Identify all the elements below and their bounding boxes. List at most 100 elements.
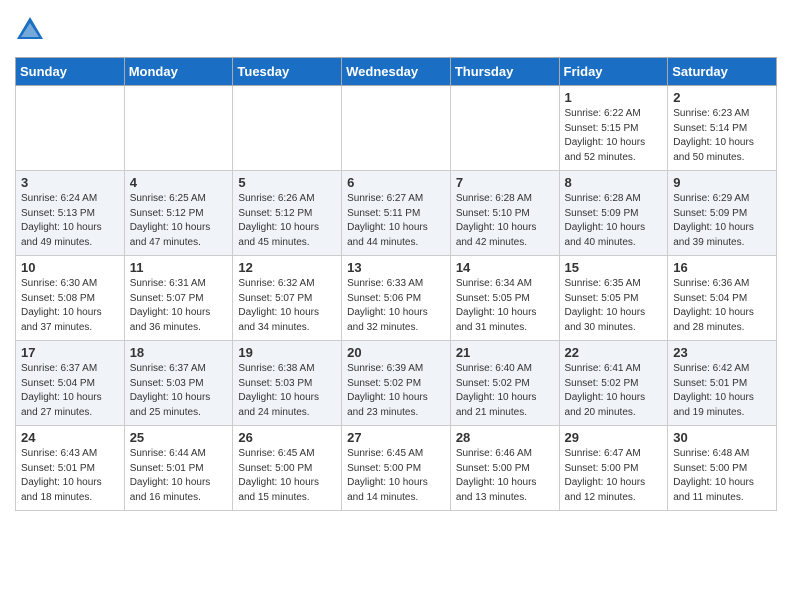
week-row-5: 24 Sunrise: 6:43 AM Sunset: 5:01 PM Dayli… <box>16 426 777 511</box>
day-number: 28 <box>456 430 554 445</box>
day-info: Sunrise: 6:27 AM Sunset: 5:11 PM Dayligh… <box>347 192 445 250</box>
day-number: 16 <box>673 260 771 275</box>
day-cell: 1 Sunrise: 6:22 AM Sunset: 5:15 PM Daylig… <box>559 86 668 171</box>
day-number: 23 <box>673 345 771 360</box>
day-number: 8 <box>565 175 663 190</box>
day-cell <box>233 86 342 171</box>
day-number: 14 <box>456 260 554 275</box>
day-cell: 14 Sunrise: 6:34 AM Sunset: 5:05 PM Dayli… <box>450 256 559 341</box>
day-cell: 21 Sunrise: 6:40 AM Sunset: 5:02 PM Dayli… <box>450 341 559 426</box>
day-cell: 10 Sunrise: 6:30 AM Sunset: 5:08 PM Dayli… <box>16 256 125 341</box>
day-cell: 22 Sunrise: 6:41 AM Sunset: 5:02 PM Dayli… <box>559 341 668 426</box>
week-row-4: 17 Sunrise: 6:37 AM Sunset: 5:04 PM Dayli… <box>16 341 777 426</box>
col-header-tuesday: Tuesday <box>233 58 342 86</box>
day-number: 25 <box>130 430 228 445</box>
day-cell: 5 Sunrise: 6:26 AM Sunset: 5:12 PM Daylig… <box>233 171 342 256</box>
day-cell: 12Sunrise: 6:32 AM Sunset: 5:07 PM Dayli… <box>233 256 342 341</box>
day-number: 24 <box>21 430 119 445</box>
day-info: Sunrise: 6:37 AM Sunset: 5:04 PM Dayligh… <box>21 362 119 420</box>
col-header-saturday: Saturday <box>668 58 777 86</box>
day-cell: 4 Sunrise: 6:25 AM Sunset: 5:12 PM Daylig… <box>124 171 233 256</box>
day-number: 18 <box>130 345 228 360</box>
day-info: Sunrise: 6:45 AM Sunset: 5:00 PM Dayligh… <box>347 447 445 505</box>
day-cell: 28 Sunrise: 6:46 AM Sunset: 5:00 PM Dayli… <box>450 426 559 511</box>
day-cell: 30Sunrise: 6:48 AM Sunset: 5:00 PM Dayli… <box>668 426 777 511</box>
day-info: Sunrise: 6:46 AM Sunset: 5:00 PM Dayligh… <box>456 447 554 505</box>
day-info: Sunrise: 6:43 AM Sunset: 5:01 PM Dayligh… <box>21 447 119 505</box>
day-cell: 23 Sunrise: 6:42 AM Sunset: 5:01 PM Dayli… <box>668 341 777 426</box>
logo-icon <box>15 15 45 45</box>
day-cell: 3 Sunrise: 6:24 AM Sunset: 5:13 PM Daylig… <box>16 171 125 256</box>
day-info: Sunrise: 6:28 AM Sunset: 5:09 PM Dayligh… <box>565 192 663 250</box>
day-number: 19 <box>238 345 336 360</box>
day-number: 10 <box>21 260 119 275</box>
day-number: 22 <box>565 345 663 360</box>
day-info: Sunrise: 6:48 AM Sunset: 5:00 PM Dayligh… <box>673 447 771 505</box>
day-info: Sunrise: 6:22 AM Sunset: 5:15 PM Dayligh… <box>565 107 663 165</box>
day-cell: 27 Sunrise: 6:45 AM Sunset: 5:00 PM Dayli… <box>342 426 451 511</box>
col-header-monday: Monday <box>124 58 233 86</box>
day-number: 9 <box>673 175 771 190</box>
day-info: Sunrise: 6:45 AM Sunset: 5:00 PM Dayligh… <box>238 447 336 505</box>
day-cell: 6 Sunrise: 6:27 AM Sunset: 5:11 PM Daylig… <box>342 171 451 256</box>
day-info: Sunrise: 6:42 AM Sunset: 5:01 PM Dayligh… <box>673 362 771 420</box>
day-number: 11 <box>130 260 228 275</box>
day-info: Sunrise: 6:24 AM Sunset: 5:13 PM Dayligh… <box>21 192 119 250</box>
day-info: Sunrise: 6:41 AM Sunset: 5:02 PM Dayligh… <box>565 362 663 420</box>
day-number: 5 <box>238 175 336 190</box>
day-number: 21 <box>456 345 554 360</box>
day-number: 17 <box>21 345 119 360</box>
day-info: Sunrise: 6:47 AM Sunset: 5:00 PM Dayligh… <box>565 447 663 505</box>
col-header-friday: Friday <box>559 58 668 86</box>
day-number: 26 <box>238 430 336 445</box>
day-info: Sunrise: 6:32 AM Sunset: 5:07 PM Dayligh… <box>238 277 336 335</box>
day-number: 1 <box>565 90 663 105</box>
day-number: 4 <box>130 175 228 190</box>
day-info: Sunrise: 6:39 AM Sunset: 5:02 PM Dayligh… <box>347 362 445 420</box>
day-info: Sunrise: 6:26 AM Sunset: 5:12 PM Dayligh… <box>238 192 336 250</box>
day-cell: 26 Sunrise: 6:45 AM Sunset: 5:00 PM Dayli… <box>233 426 342 511</box>
week-row-3: 10 Sunrise: 6:30 AM Sunset: 5:08 PM Dayli… <box>16 256 777 341</box>
calendar-table: SundayMondayTuesdayWednesdayThursdayFrid… <box>15 57 777 511</box>
header-row: SundayMondayTuesdayWednesdayThursdayFrid… <box>16 58 777 86</box>
day-info: Sunrise: 6:37 AM Sunset: 5:03 PM Dayligh… <box>130 362 228 420</box>
day-info: Sunrise: 6:25 AM Sunset: 5:12 PM Dayligh… <box>130 192 228 250</box>
day-number: 3 <box>21 175 119 190</box>
day-cell: 9Sunrise: 6:29 AM Sunset: 5:09 PM Daylig… <box>668 171 777 256</box>
col-header-wednesday: Wednesday <box>342 58 451 86</box>
day-cell: 11 Sunrise: 6:31 AM Sunset: 5:07 PM Dayli… <box>124 256 233 341</box>
day-cell: 24 Sunrise: 6:43 AM Sunset: 5:01 PM Dayli… <box>16 426 125 511</box>
day-cell: 15Sunrise: 6:35 AM Sunset: 5:05 PM Dayli… <box>559 256 668 341</box>
day-cell: 17 Sunrise: 6:37 AM Sunset: 5:04 PM Dayli… <box>16 341 125 426</box>
day-info: Sunrise: 6:33 AM Sunset: 5:06 PM Dayligh… <box>347 277 445 335</box>
day-cell: 8 Sunrise: 6:28 AM Sunset: 5:09 PM Daylig… <box>559 171 668 256</box>
day-info: Sunrise: 6:28 AM Sunset: 5:10 PM Dayligh… <box>456 192 554 250</box>
day-number: 29 <box>565 430 663 445</box>
day-cell: 2Sunrise: 6:23 AM Sunset: 5:14 PM Daylig… <box>668 86 777 171</box>
page-header <box>15 15 777 45</box>
day-info: Sunrise: 6:23 AM Sunset: 5:14 PM Dayligh… <box>673 107 771 165</box>
week-row-2: 3 Sunrise: 6:24 AM Sunset: 5:13 PM Daylig… <box>16 171 777 256</box>
day-info: Sunrise: 6:31 AM Sunset: 5:07 PM Dayligh… <box>130 277 228 335</box>
day-number: 27 <box>347 430 445 445</box>
day-info: Sunrise: 6:30 AM Sunset: 5:08 PM Dayligh… <box>21 277 119 335</box>
col-header-sunday: Sunday <box>16 58 125 86</box>
day-info: Sunrise: 6:40 AM Sunset: 5:02 PM Dayligh… <box>456 362 554 420</box>
day-number: 15 <box>565 260 663 275</box>
day-cell: 19 Sunrise: 6:38 AM Sunset: 5:03 PM Dayli… <box>233 341 342 426</box>
day-cell <box>16 86 125 171</box>
col-header-thursday: Thursday <box>450 58 559 86</box>
day-cell: 16 Sunrise: 6:36 AM Sunset: 5:04 PM Dayli… <box>668 256 777 341</box>
day-number: 13 <box>347 260 445 275</box>
day-number: 20 <box>347 345 445 360</box>
main-container: SundayMondayTuesdayWednesdayThursdayFrid… <box>0 0 792 521</box>
day-number: 6 <box>347 175 445 190</box>
day-cell <box>124 86 233 171</box>
day-info: Sunrise: 6:38 AM Sunset: 5:03 PM Dayligh… <box>238 362 336 420</box>
day-cell: 18 Sunrise: 6:37 AM Sunset: 5:03 PM Dayli… <box>124 341 233 426</box>
day-info: Sunrise: 6:36 AM Sunset: 5:04 PM Dayligh… <box>673 277 771 335</box>
day-cell: 20 Sunrise: 6:39 AM Sunset: 5:02 PM Dayli… <box>342 341 451 426</box>
day-cell <box>450 86 559 171</box>
day-cell: 13 Sunrise: 6:33 AM Sunset: 5:06 PM Dayli… <box>342 256 451 341</box>
day-info: Sunrise: 6:34 AM Sunset: 5:05 PM Dayligh… <box>456 277 554 335</box>
